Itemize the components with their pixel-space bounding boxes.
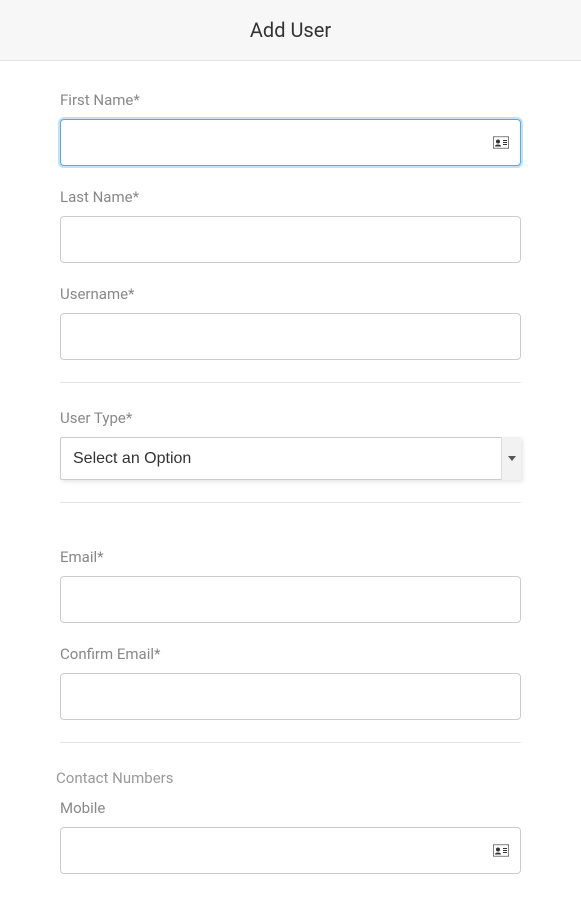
form-group-last-name: Last Name* [60, 188, 521, 263]
mobile-input[interactable] [60, 827, 521, 874]
select-wrapper: Select an Option [60, 437, 521, 480]
last-name-label: Last Name* [60, 188, 521, 206]
section-divider [60, 742, 521, 743]
user-type-select[interactable]: Select an Option [60, 437, 521, 480]
first-name-label: First Name* [60, 91, 521, 109]
form-group-email: Email* [60, 548, 521, 623]
add-user-form: First Name* Last Name* Username* User [0, 61, 581, 916]
form-group-first-name: First Name* [60, 91, 521, 166]
email-label: Email* [60, 548, 521, 566]
user-type-label: User Type* [60, 409, 521, 427]
confirm-email-input[interactable] [60, 673, 521, 720]
modal-header: Add User [0, 0, 581, 61]
first-name-input[interactable] [60, 119, 521, 166]
username-input[interactable] [60, 313, 521, 360]
form-group-confirm-email: Confirm Email* [60, 645, 521, 720]
section-divider [60, 502, 521, 503]
last-name-input[interactable] [60, 216, 521, 263]
confirm-email-label: Confirm Email* [60, 645, 521, 663]
form-group-user-type: User Type* Select an Option [60, 409, 521, 480]
input-wrapper [60, 827, 521, 874]
page-title: Add User [0, 18, 581, 42]
mobile-label: Mobile [60, 799, 521, 817]
section-divider [60, 382, 521, 383]
form-group-username: Username* [60, 285, 521, 360]
username-label: Username* [60, 285, 521, 303]
input-wrapper [60, 119, 521, 166]
form-group-mobile: Mobile [60, 799, 521, 874]
email-input[interactable] [60, 576, 521, 623]
contact-section-title: Contact Numbers [56, 769, 521, 787]
